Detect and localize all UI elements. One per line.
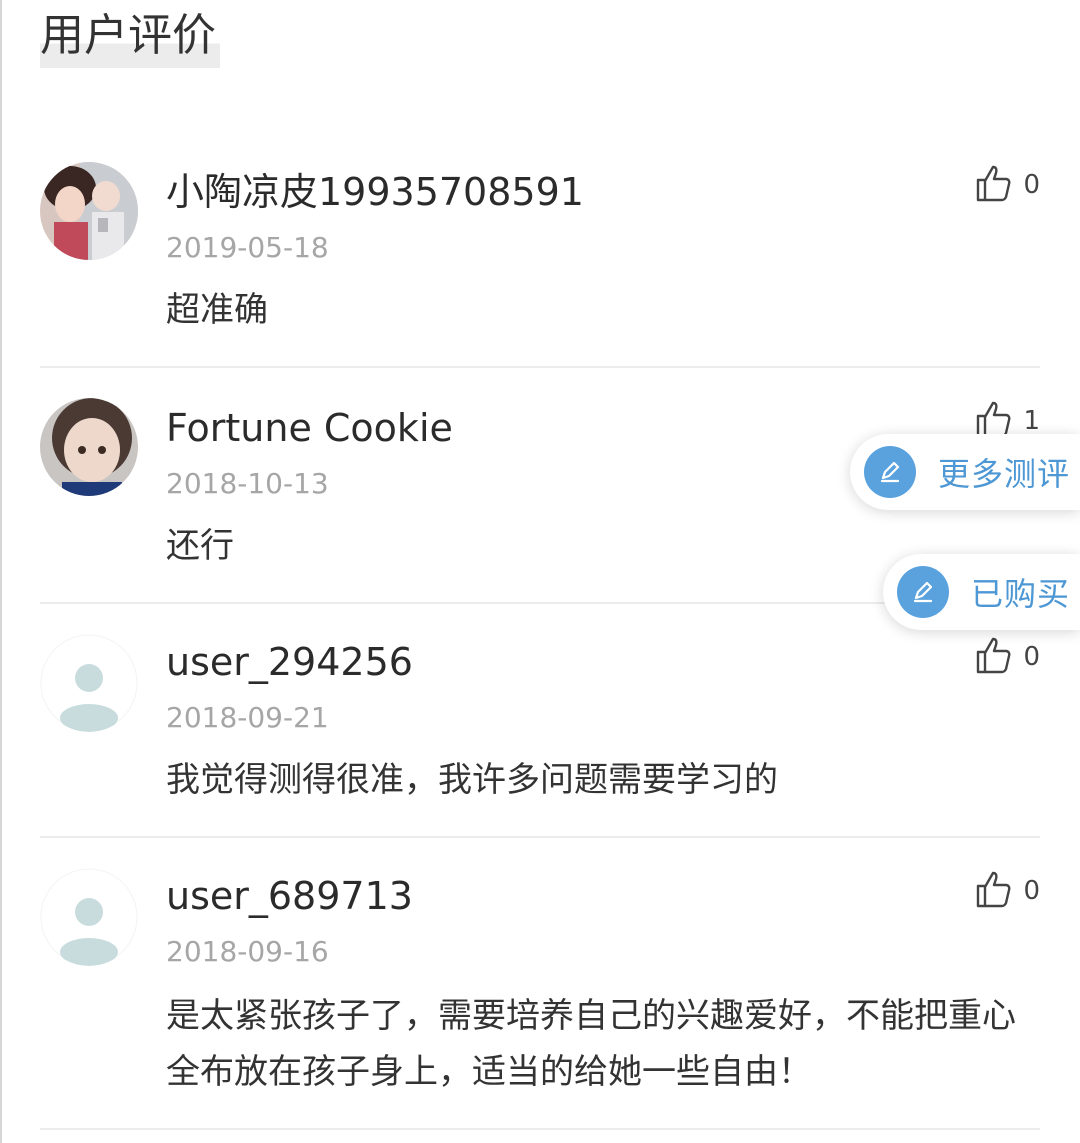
review-date: 2018-10-13: [166, 467, 329, 500]
review-content: 是太紧张孩子了，需要培养自己的兴趣爱好，不能把重心全布放在孩子身上，适当的给她一…: [166, 996, 1016, 1092]
username: user_689713: [166, 874, 413, 918]
avatar[interactable]: [40, 634, 138, 732]
purchased-label: 已购买: [971, 575, 1071, 613]
avatar-photo: [40, 162, 138, 260]
more-reviews-label: 更多测评: [938, 455, 1071, 493]
review-date: 2019-05-18: [166, 231, 329, 264]
like-count: 0: [1023, 642, 1040, 672]
avatar[interactable]: [40, 398, 138, 496]
like-button[interactable]: 0: [975, 870, 1040, 912]
like-button[interactable]: 0: [975, 164, 1040, 206]
default-avatar-icon: [40, 868, 138, 966]
thumbs-up-icon: [975, 870, 1011, 912]
review-item: 小陶凉皮19935708591 2019-05-18 超准确 0: [40, 160, 1040, 370]
pencil-icon: [897, 566, 949, 618]
avatar[interactable]: [40, 162, 138, 260]
review-item: user_294256 2018-09-21 我觉得测得很准，我许多问题需要学习…: [40, 632, 1040, 842]
username: Fortune Cookie: [166, 406, 453, 450]
divider: [40, 836, 1040, 838]
username: user_294256: [166, 640, 413, 684]
username: 小陶凉皮19935708591: [166, 170, 584, 214]
avatar-photo: [40, 398, 138, 496]
thumbs-up-icon: [975, 164, 1011, 206]
review-item: user_689713 2018-09-16 是太紧张孩子了，需要培养自己的兴趣…: [40, 866, 1040, 1136]
like-button[interactable]: 0: [975, 636, 1040, 678]
like-count: 0: [1023, 170, 1040, 200]
review-date: 2018-09-16: [166, 935, 329, 968]
purchased-button[interactable]: 已购买: [883, 554, 1080, 630]
thumbs-up-icon: [975, 636, 1011, 678]
review-date: 2018-09-21: [166, 701, 329, 734]
default-avatar-icon: [40, 634, 138, 732]
divider: [40, 366, 1040, 368]
avatar[interactable]: [40, 868, 138, 966]
section-title: 用户评价: [40, 4, 220, 68]
more-reviews-button[interactable]: 更多测评: [850, 434, 1080, 510]
pencil-icon: [864, 446, 916, 498]
review-content: 超准确: [166, 290, 268, 330]
divider: [40, 1128, 1040, 1130]
left-edge-rule: [0, 0, 2, 1143]
review-content: 我觉得测得很准，我许多问题需要学习的: [166, 760, 778, 800]
like-count: 1: [1023, 406, 1040, 436]
like-count: 0: [1023, 876, 1040, 906]
